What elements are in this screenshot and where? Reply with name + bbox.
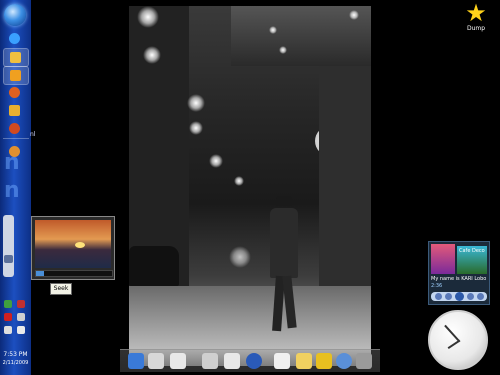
taskbar-clock-date[interactable]: 2/11/2009: [0, 360, 31, 366]
dock-trash-icon[interactable]: [356, 353, 372, 369]
star-icon[interactable]: ★: [462, 1, 490, 25]
prev-icon[interactable]: [435, 293, 442, 300]
tray-power-icon[interactable]: [4, 326, 12, 334]
media-controls: [431, 292, 487, 301]
start-button[interactable]: [4, 4, 26, 26]
media-player-gadget[interactable]: Cafe Deco My name is KARI Lobo 2:36: [428, 241, 490, 305]
taskbar-overflow-label: nl: [30, 131, 36, 138]
taskbar-item-app[interactable]: [3, 102, 27, 119]
walking-man-figure: [264, 196, 304, 336]
dock-browser-icon[interactable]: [336, 353, 352, 369]
sunset-sun: [75, 242, 85, 248]
deco-logo-icon: n: [4, 150, 20, 175]
desktop-icon-label[interactable]: Dump: [456, 25, 496, 32]
forward-icon[interactable]: [467, 293, 474, 300]
tray-volume-icon[interactable]: [17, 313, 25, 321]
app-dock: [120, 349, 380, 372]
play-icon[interactable]: [455, 292, 464, 301]
dock-photos-icon[interactable]: [224, 353, 240, 369]
analog-clock-gadget[interactable]: [428, 310, 488, 370]
building-right: [319, 66, 371, 296]
deco-logo-icon: n: [4, 178, 20, 203]
album-cover[interactable]: [431, 244, 455, 274]
taskbar-separator: [3, 138, 29, 139]
taskbar-item-browser[interactable]: [3, 120, 27, 137]
rewind-icon[interactable]: [445, 293, 452, 300]
dock-mail-icon[interactable]: [202, 353, 218, 369]
dock-notes-icon[interactable]: [296, 353, 312, 369]
taskbar-clock-time[interactable]: 7:53 PM: [0, 351, 31, 358]
seek-tooltip: Seek: [50, 283, 72, 295]
dock-rocket-icon[interactable]: [274, 353, 290, 369]
track-time: 2:36: [431, 283, 443, 289]
cover-title: Cafe Deco: [459, 248, 485, 254]
parked-car: [129, 246, 179, 286]
thumbnail-video-frame: [35, 220, 111, 268]
next-icon[interactable]: [477, 293, 484, 300]
building-left: [129, 6, 189, 286]
tray-network-icon[interactable]: [4, 300, 12, 308]
dock-python-icon[interactable]: [316, 353, 332, 369]
dock-app-icon[interactable]: [148, 353, 164, 369]
dock-computer-icon[interactable]: [170, 353, 186, 369]
taskbar-thumbnail-preview[interactable]: [31, 216, 115, 280]
clock-minute-hand: [444, 325, 461, 343]
dock-windows-icon[interactable]: [128, 353, 144, 369]
dock-media-icon[interactable]: [246, 353, 262, 369]
wallpaper-photo: [129, 6, 371, 366]
taskbar-item-media-player[interactable]: [3, 66, 29, 85]
seek-progress-fill: [36, 271, 44, 276]
tray-flag-icon[interactable]: [17, 326, 25, 334]
quicklaunch-ie-icon[interactable]: [3, 30, 27, 47]
taskbar-item-explorer[interactable]: [3, 48, 29, 67]
thumbnail-seek-bar[interactable]: [35, 270, 113, 277]
slider-knob[interactable]: [4, 255, 13, 263]
track-title: My name is KARI Lobo: [431, 276, 487, 282]
taskbar-item-firefox[interactable]: [3, 84, 27, 101]
tray-app-icon[interactable]: [17, 300, 25, 308]
tray-security-icon[interactable]: [4, 313, 12, 321]
vertical-taskbar: n n 7:53 PM 2/11/2009: [0, 0, 31, 375]
volume-slider[interactable]: [3, 215, 14, 277]
